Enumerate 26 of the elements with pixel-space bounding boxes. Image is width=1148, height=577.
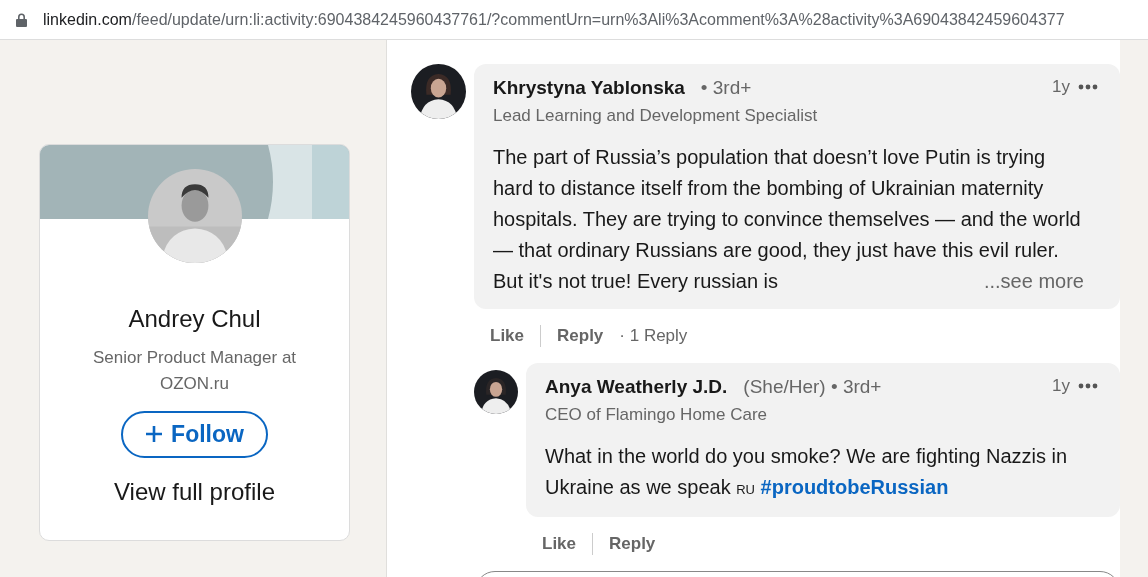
author-name[interactable]: Khrystyna Yablonska [493, 74, 685, 103]
reply-button[interactable]: Reply [557, 323, 604, 349]
follow-button[interactable]: Follow [121, 411, 268, 458]
like-button[interactable]: Like [542, 531, 577, 557]
plus-icon [145, 425, 164, 444]
connection-degree: • 3rd+ [700, 76, 752, 100]
lock-icon [16, 12, 27, 27]
timestamp: 1y [1052, 375, 1070, 397]
more-icon[interactable] [1078, 83, 1098, 90]
author-name[interactable]: Anya Weatherly J.D. [545, 373, 728, 402]
like-button[interactable]: Like [490, 323, 525, 349]
see-more-link[interactable]: ...see more [983, 266, 1084, 297]
reply-count[interactable]: · 1 Reply [619, 323, 688, 349]
profile-headline: Senior Product Manager at OZON.ru [91, 347, 298, 395]
more-icon[interactable] [1078, 382, 1098, 389]
timestamp: 1y [1052, 76, 1070, 98]
author-headline: Lead Learning and Development Specialist [493, 104, 819, 127]
author-headline: CEO of Flamingo Home Care [545, 403, 769, 426]
profile-name[interactable]: Andrey Chul [40, 301, 349, 337]
view-profile-link[interactable]: View full profile [114, 473, 275, 510]
comment-text: What in the world do you smoke? We are fighting Nazzis in Ukraine as we speak RU #proudtobeRussian [545, 444, 1069, 500]
hashtag-link[interactable]: #proudtobeRussian [760, 476, 949, 498]
connection-degree: (She/Her) • 3rd+ [743, 375, 882, 399]
reply-button[interactable]: Reply [609, 531, 656, 557]
url-text[interactable]: linkedin.com/feed/update/urn:li:activity:6904384245960437761/?commentUrn=urn%3Ali%3Acomment%3A%28activity%3A69043842459604377 [43, 7, 1065, 32]
comment-text: The part of Russia’s population that doesn’t love Putin is trying hard to distance itself from the bombing of Ukrainian maternity hospitals. They are trying to convince themselves — and the world — that ordinary Russians are good, they just have this evil ruler. But it's not true! Every russian is ...see more [493, 142, 1098, 297]
